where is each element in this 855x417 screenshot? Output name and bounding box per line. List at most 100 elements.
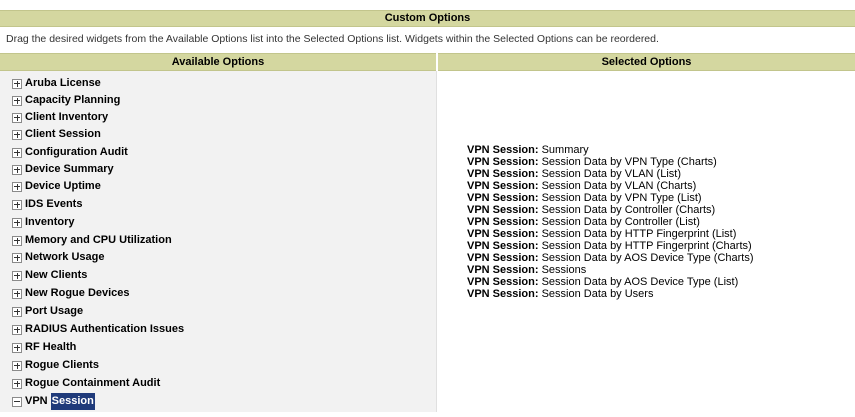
tree-item-label: Memory and CPU Utilization	[25, 234, 172, 246]
selected-item-prefix: VPN Session:	[467, 228, 539, 240]
selected-item-label: Session Data by Controller (List)	[538, 216, 700, 228]
expand-icon[interactable]	[12, 270, 22, 281]
tree-item-device-summary[interactable]: Device Summary	[12, 161, 114, 178]
tree-item-vpn-session[interactable]: VPN Session	[12, 393, 95, 410]
tree-item-memory-cpu[interactable]: Memory and CPU Utilization	[12, 232, 172, 249]
selected-item-label: Session Data by VLAN (Charts)	[538, 180, 697, 192]
expand-icon[interactable]	[12, 181, 22, 192]
available-options-list: Aruba License Capacity Planning Client I…	[0, 71, 437, 412]
tree-item-label-prefix: VPN	[25, 395, 48, 407]
tree-item-label: RADIUS Authentication Issues	[25, 323, 185, 335]
selected-item-prefix: VPN Session:	[467, 252, 539, 264]
tree-item-label: New Rogue Devices	[25, 287, 130, 299]
tree-item-label: IDS Events	[25, 198, 83, 210]
selected-item-prefix: VPN Session:	[467, 204, 539, 216]
tree-item-label: Rogue Containment Audit	[25, 377, 161, 389]
custom-options-panel: Custom Options Drag the desired widgets …	[0, 0, 855, 417]
selected-item-prefix: VPN Session:	[467, 192, 539, 204]
selected-item[interactable]: VPN Session: Session Data by VPN Type (L…	[467, 192, 702, 204]
selected-item-prefix: VPN Session:	[467, 264, 539, 276]
expand-icon[interactable]	[12, 78, 22, 89]
tree-item-rf-health[interactable]: RF Health	[12, 339, 76, 356]
expand-icon[interactable]	[12, 95, 22, 106]
tree-item-port-usage[interactable]: Port Usage	[12, 303, 83, 320]
collapse-icon[interactable]	[12, 396, 22, 407]
selected-item[interactable]: VPN Session: Session Data by HTTP Finger…	[467, 228, 736, 240]
expand-icon[interactable]	[12, 252, 22, 263]
available-options-header: Available Options	[0, 53, 436, 71]
tree-item-label: Inventory	[25, 216, 75, 228]
tree-item-label-selected: Session	[50, 393, 95, 410]
selected-item-label: Session Data by HTTP Fingerprint (Charts…	[538, 240, 752, 252]
tree-item-device-uptime[interactable]: Device Uptime	[12, 178, 101, 195]
selected-item[interactable]: VPN Session: Session Data by Controller …	[467, 216, 700, 228]
expand-icon[interactable]	[12, 342, 22, 353]
selected-item[interactable]: VPN Session: Sessions	[467, 264, 586, 276]
custom-options-header: Custom Options	[0, 10, 855, 27]
selected-item-prefix: VPN Session:	[467, 276, 539, 288]
tree-item-network-usage[interactable]: Network Usage	[12, 249, 104, 266]
expand-icon[interactable]	[12, 360, 22, 371]
tree-item-rogue-containment-audit[interactable]: Rogue Containment Audit	[12, 375, 160, 392]
selected-item[interactable]: VPN Session: Session Data by AOS Device …	[467, 276, 738, 288]
selected-item-label: Session Data by AOS Device Type (Charts)	[538, 252, 754, 264]
tree-item-label: Rogue Clients	[25, 359, 99, 371]
selected-item-label: Session Data by Controller (Charts)	[538, 204, 716, 216]
instructions-text: Drag the desired widgets from the Availa…	[6, 33, 659, 45]
tree-item-inventory[interactable]: Inventory	[12, 214, 75, 231]
expand-icon[interactable]	[12, 288, 22, 299]
tree-item-label: Capacity Planning	[25, 94, 121, 106]
selected-item[interactable]: VPN Session: Session Data by HTTP Finger…	[467, 240, 752, 252]
expand-icon[interactable]	[12, 378, 22, 389]
tree-item-client-inventory[interactable]: Client Inventory	[12, 109, 108, 126]
selected-item[interactable]: VPN Session: Session Data by VLAN (Chart…	[467, 180, 696, 192]
tree-item-label: Aruba License	[25, 77, 101, 89]
selected-item-prefix: VPN Session:	[467, 288, 539, 300]
tree-item-new-rogue-devices[interactable]: New Rogue Devices	[12, 285, 130, 302]
selected-item-prefix: VPN Session:	[467, 156, 539, 168]
expand-icon[interactable]	[12, 147, 22, 158]
selected-item-label: Session Data by VPN Type (List)	[538, 192, 702, 204]
selected-item-prefix: VPN Session:	[467, 144, 539, 156]
selected-options-list: VPN Session: Summary VPN Session: Sessio…	[438, 71, 855, 412]
selected-item[interactable]: VPN Session: Summary	[467, 144, 589, 156]
expand-icon[interactable]	[12, 129, 22, 140]
selected-item-label: Summary	[538, 144, 589, 156]
tree-item-label: Client Inventory	[25, 111, 109, 123]
expand-icon[interactable]	[12, 235, 22, 246]
tree-item-label: Port Usage	[25, 305, 84, 317]
selected-item[interactable]: VPN Session: Session Data by Users	[467, 288, 653, 300]
tree-item-aruba-license[interactable]: Aruba License	[12, 75, 101, 92]
selected-item[interactable]: VPN Session: Session Data by AOS Device …	[467, 252, 754, 264]
tree-item-new-clients[interactable]: New Clients	[12, 267, 87, 284]
tree-item-capacity-planning[interactable]: Capacity Planning	[12, 92, 120, 109]
tree-item-rogue-clients[interactable]: Rogue Clients	[12, 357, 99, 374]
tree-item-label: Configuration Audit	[25, 146, 128, 158]
selected-item[interactable]: VPN Session: Session Data by Controller …	[467, 204, 715, 216]
selected-item-label: Session Data by Users	[538, 288, 654, 300]
selected-item-label: Session Data by VPN Type (Charts)	[538, 156, 717, 168]
expand-icon[interactable]	[12, 306, 22, 317]
selected-item[interactable]: VPN Session: Session Data by VPN Type (C…	[467, 156, 717, 168]
selected-item-prefix: VPN Session:	[467, 180, 539, 192]
tree-item-label: New Clients	[25, 269, 88, 281]
selected-item-label: Sessions	[538, 264, 587, 276]
tree-item-radius-auth-issues[interactable]: RADIUS Authentication Issues	[12, 321, 184, 338]
selected-item-label: Session Data by VLAN (List)	[538, 168, 681, 180]
expand-icon[interactable]	[12, 324, 22, 335]
tree-item-label: Network Usage	[25, 251, 105, 263]
tree-item-ids-events[interactable]: IDS Events	[12, 196, 82, 213]
expand-icon[interactable]	[12, 199, 22, 210]
selected-item[interactable]: VPN Session: Session Data by VLAN (List)	[467, 168, 681, 180]
tree-item-label: RF Health	[25, 341, 77, 353]
selected-item-prefix: VPN Session:	[467, 240, 539, 252]
expand-icon[interactable]	[12, 164, 22, 175]
tree-item-configuration-audit[interactable]: Configuration Audit	[12, 144, 128, 161]
selected-item-prefix: VPN Session:	[467, 168, 539, 180]
expand-icon[interactable]	[12, 112, 22, 123]
tree-item-label: Client Session	[25, 128, 101, 140]
selected-options-header: Selected Options	[438, 53, 855, 71]
expand-icon[interactable]	[12, 217, 22, 228]
selected-item-label: Session Data by HTTP Fingerprint (List)	[538, 228, 737, 240]
tree-item-client-session[interactable]: Client Session	[12, 126, 101, 143]
